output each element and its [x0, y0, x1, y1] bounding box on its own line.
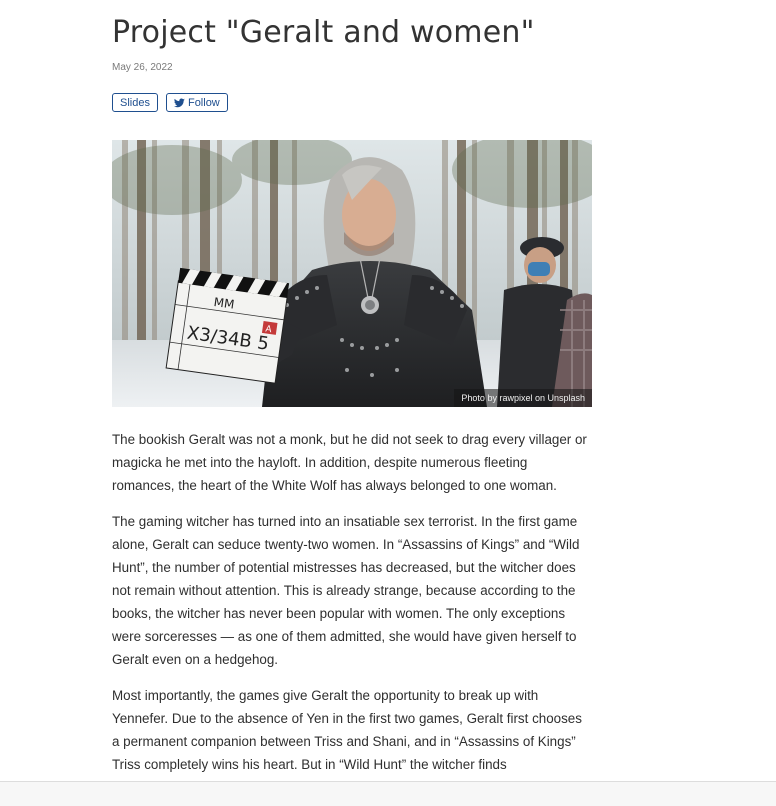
- follow-button-label: Follow: [187, 96, 220, 109]
- photo-illustration: MM X3/34B 5 A: [112, 140, 592, 407]
- article-actions: Slides Follow: [112, 93, 228, 112]
- paragraph: The gaming witcher has turned into an in…: [112, 514, 580, 667]
- paragraph: The bookish Geralt was not a monk, but h…: [112, 432, 587, 493]
- paragraph: Most importantly, the games give Geralt …: [112, 688, 582, 772]
- slides-button[interactable]: Slides: [112, 93, 158, 112]
- twitter-bird-icon: [173, 97, 185, 108]
- photo-credit: Photo by rawpixel on Unsplash: [454, 389, 592, 407]
- bottom-bar: [0, 781, 776, 806]
- page: Project "Geralt and women" May 26, 2022 …: [0, 0, 776, 806]
- page-title: Project "Geralt and women": [112, 15, 535, 50]
- follow-button[interactable]: Follow: [165, 93, 228, 112]
- article-body: The bookish Geralt was not a monk, but h…: [112, 428, 592, 789]
- publish-date: May 26, 2022: [112, 62, 173, 73]
- clapper-label-1: MM: [213, 295, 235, 312]
- slides-button-label: Slides: [120, 96, 150, 109]
- hero-photo: MM X3/34B 5 A Photo by rawpixel on Unspl…: [112, 140, 592, 407]
